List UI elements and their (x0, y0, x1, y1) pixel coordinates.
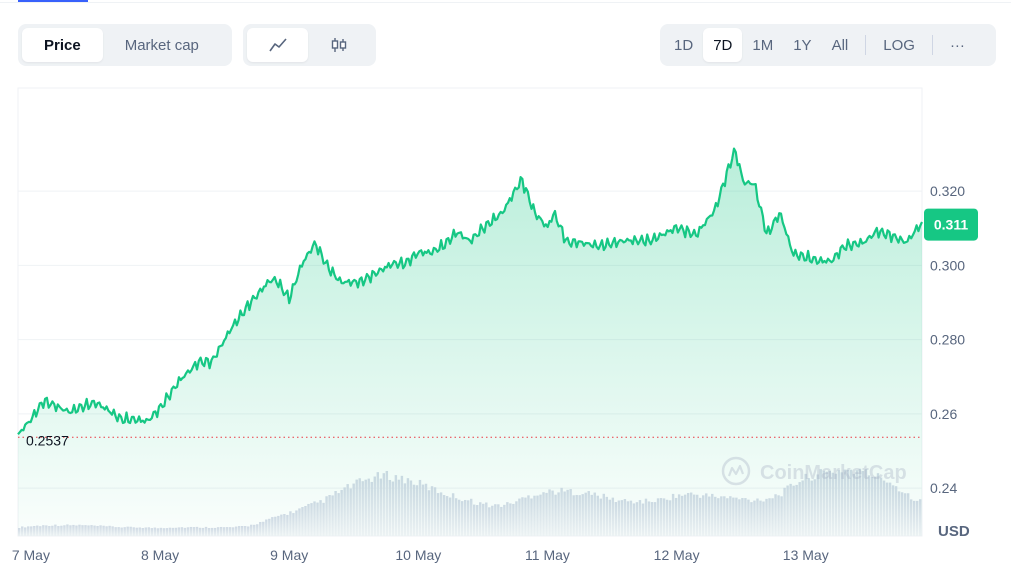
current-price-label: 0.311 (934, 217, 968, 233)
x-tick-label: 9 May (270, 547, 308, 563)
x-tick-label: 12 May (654, 547, 700, 563)
currency-label: USD (938, 523, 970, 540)
watermark-text: CoinMarketCap (760, 462, 907, 484)
y-tick-label: 0.300 (930, 257, 965, 273)
x-tick-label: 8 May (141, 547, 179, 563)
x-tick-label: 11 May (525, 547, 570, 563)
y-tick-label: 0.26 (930, 406, 957, 422)
price-chart: CoinMarketCap 0.2537 0.24 0.26 0.280 0.300 0… (12, 87, 978, 563)
y-tick-label: 0.24 (930, 480, 957, 496)
current-price-badge: 0.311 (924, 208, 978, 241)
y-tick-label: 0.320 (930, 183, 965, 199)
x-tick-label: 13 May (783, 547, 829, 563)
x-tick-label: 7 May (12, 547, 50, 563)
start-price-label: 0.2537 (26, 432, 69, 448)
y-tick-label: 0.280 (930, 332, 965, 348)
x-tick-label: 10 May (395, 547, 441, 563)
